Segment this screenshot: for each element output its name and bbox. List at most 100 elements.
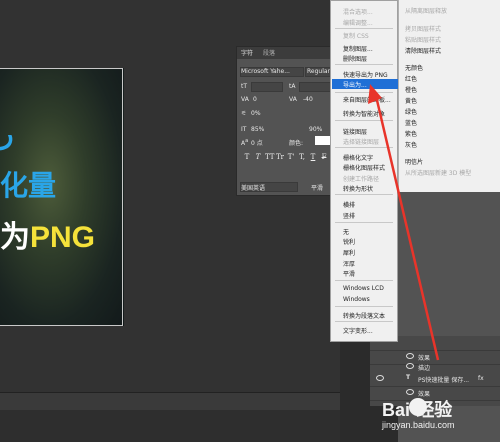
layer-label: PS快速批量 保存... bbox=[418, 377, 470, 384]
menu-item[interactable]: 删除图层 bbox=[343, 54, 367, 63]
canvas-text-line3: 为PNG bbox=[0, 212, 95, 256]
menu-separator bbox=[335, 28, 393, 29]
color-label: 颜色: bbox=[289, 140, 304, 147]
style-item[interactable]: 黄色 bbox=[405, 96, 417, 105]
strikethrough-button[interactable]: F bbox=[320, 153, 328, 162]
hscale-icon: IT bbox=[241, 126, 247, 133]
baseline-icon: Aa bbox=[241, 138, 249, 147]
menu-item[interactable]: Windows bbox=[343, 296, 370, 303]
menu-item[interactable]: Windows LCD bbox=[343, 285, 384, 292]
style-item[interactable]: 蓝色 bbox=[405, 118, 417, 127]
context-menu: 混合选项... 编辑调整... 复制 CSS 复制图层... 删除图层 快速导出… bbox=[330, 0, 398, 342]
menu-item[interactable]: 锐利 bbox=[343, 237, 355, 246]
tab-character[interactable]: 字符 bbox=[241, 48, 253, 57]
vertical-scale2-value[interactable]: 90% bbox=[309, 126, 322, 133]
style-item[interactable]: 从隔离图层释放 bbox=[405, 6, 447, 15]
menu-item[interactable]: 链接图层 bbox=[343, 127, 367, 136]
leading-field[interactable] bbox=[299, 82, 331, 92]
text-layer-icon: T bbox=[406, 374, 411, 381]
style-item[interactable]: 紫色 bbox=[405, 129, 417, 138]
menu-separator bbox=[335, 92, 393, 93]
language-value: 美国英语 bbox=[241, 185, 266, 192]
character-panel-tabs: 字符 段落 bbox=[237, 47, 337, 59]
kerning-icon: VA bbox=[241, 96, 249, 103]
menu-item[interactable]: 复制图层... bbox=[343, 44, 373, 53]
menu-item[interactable]: 无 bbox=[343, 227, 349, 236]
menu-item[interactable]: 选择链接图层 bbox=[343, 137, 379, 146]
menu-separator bbox=[335, 222, 393, 223]
style-item[interactable]: 无颜色 bbox=[405, 63, 423, 72]
tab-paragraph[interactable]: 段落 bbox=[263, 48, 275, 57]
style-item[interactable]: 红色 bbox=[405, 74, 417, 83]
style-item[interactable]: 拷贝图层样式 bbox=[405, 24, 441, 33]
all-caps-button[interactable]: TT bbox=[265, 153, 274, 162]
watermark-url: jingyan.baidu.com bbox=[382, 420, 455, 430]
anti-alias-value[interactable]: 平滑 bbox=[311, 183, 323, 192]
menu-item[interactable]: 平滑 bbox=[343, 269, 355, 278]
menu-item[interactable]: 横排 bbox=[343, 200, 355, 209]
eye-icon[interactable] bbox=[406, 363, 414, 369]
kerning-value[interactable]: 0 bbox=[253, 96, 257, 103]
eye-icon[interactable] bbox=[406, 389, 414, 395]
status-bar bbox=[0, 392, 340, 411]
faux-italic-button[interactable]: T bbox=[254, 153, 262, 162]
menu-item[interactable]: 转换为段落文本 bbox=[343, 311, 385, 320]
canvas-text-line1: ر bbox=[0, 118, 14, 149]
style-item[interactable]: 绿色 bbox=[405, 107, 417, 116]
style-item[interactable]: 清除图层样式 bbox=[405, 46, 441, 55]
leading-icon: tA bbox=[289, 83, 296, 90]
menu-separator bbox=[335, 306, 393, 307]
menu-separator bbox=[335, 194, 393, 195]
tracking-value[interactable]: -40 bbox=[303, 96, 313, 103]
menu-item[interactable]: 犀利 bbox=[343, 248, 355, 257]
font-size-icon: tT bbox=[241, 83, 248, 90]
menu-item[interactable]: 编辑调整... bbox=[343, 18, 373, 27]
faux-bold-button[interactable]: T bbox=[243, 153, 251, 162]
character-panel: 字符 段落 Microsoft Yahe... Regular tT tA VA… bbox=[236, 46, 338, 196]
watermark-brand: Bai•经验 bbox=[382, 400, 453, 420]
vertical-scale-value[interactable]: 0% bbox=[251, 110, 261, 117]
layer-row[interactable]: T PS快速批量 保存... fx bbox=[370, 372, 500, 387]
underline-button[interactable]: T bbox=[309, 153, 317, 162]
canvas-text-line3-yellow: PNG bbox=[30, 221, 96, 254]
menu-item[interactable]: 栅格化图层样式 bbox=[343, 163, 385, 172]
small-caps-button[interactable]: Tr bbox=[276, 153, 284, 162]
style-item[interactable]: 明信片 bbox=[405, 157, 423, 166]
menu-item[interactable]: 栅格化文字 bbox=[343, 153, 373, 162]
menu-item-export-as[interactable]: 导出为... bbox=[343, 80, 367, 89]
font-family-value: Microsoft Yahe... bbox=[241, 68, 290, 75]
style-item[interactable]: 橙色 bbox=[405, 85, 417, 94]
timeline-area bbox=[0, 410, 340, 442]
baseline-value[interactable]: 0 点 bbox=[251, 138, 263, 147]
fx-icon[interactable]: fx bbox=[478, 375, 484, 382]
menu-item-quick-export[interactable]: 快速导出为 PNG bbox=[343, 70, 388, 79]
tracking-icon: VA bbox=[289, 96, 297, 103]
font-size-field[interactable] bbox=[251, 82, 283, 92]
horizontal-scale-value[interactable]: 85% bbox=[251, 126, 264, 133]
subscript-button[interactable]: T, bbox=[298, 153, 306, 162]
menu-item[interactable]: 创建工作路径 bbox=[343, 174, 379, 183]
eye-icon[interactable] bbox=[406, 353, 414, 359]
menu-separator bbox=[335, 120, 393, 121]
menu-item[interactable]: 转换为智能对象 bbox=[343, 109, 385, 118]
menu-item[interactable]: 复制 CSS bbox=[343, 31, 369, 40]
style-item[interactable]: 灰色 bbox=[405, 140, 417, 149]
layer-label: 描边 bbox=[418, 365, 431, 372]
menu-item[interactable]: 来自图层的画板... bbox=[343, 95, 391, 104]
layer-style-submenu: 从隔离图层释放 拷贝图层样式 粘贴图层样式 清除图层样式 无颜色 红色 橙色 黄… bbox=[398, 0, 500, 192]
eye-icon[interactable] bbox=[376, 375, 384, 381]
menu-separator bbox=[335, 321, 393, 322]
canvas-text-line3-white: 为 bbox=[0, 221, 30, 254]
menu-item[interactable]: 竖排 bbox=[343, 211, 355, 220]
style-item[interactable]: 从所选图层新建 3D 模型 bbox=[405, 168, 471, 177]
style-item[interactable]: 粘贴图层样式 bbox=[405, 35, 441, 44]
menu-item[interactable]: 混合选项... bbox=[343, 7, 373, 16]
menu-separator bbox=[335, 64, 393, 65]
canvas-text-line2: 化量 bbox=[0, 170, 57, 201]
menu-separator bbox=[335, 147, 393, 148]
superscript-button[interactable]: T' bbox=[287, 153, 295, 162]
menu-item[interactable]: 浑厚 bbox=[343, 259, 355, 268]
menu-item[interactable]: 转换为形状 bbox=[343, 184, 373, 193]
menu-item[interactable]: 文字变形... bbox=[343, 326, 373, 335]
menu-separator bbox=[335, 280, 393, 281]
